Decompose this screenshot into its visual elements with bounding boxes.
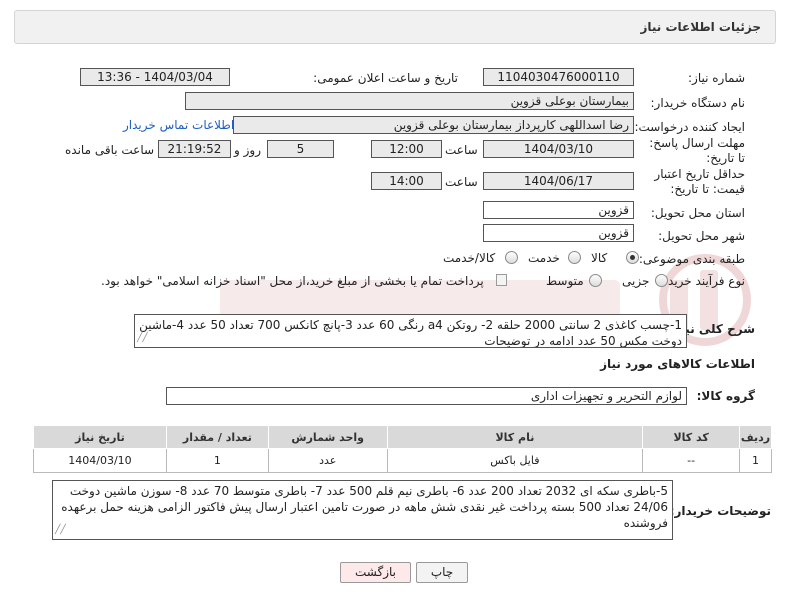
validity-label: حداقل تاریخ اعتبار قیمت: تا تاریخ: xyxy=(654,167,745,196)
col-qty: تعداد / مقدار xyxy=(165,425,269,449)
purchase-minor-label: جزیی xyxy=(622,274,650,288)
goods-section-title: اطلاعات کالاهای مورد نیاز xyxy=(600,357,755,371)
validity-hour-label: ساعت xyxy=(445,175,478,189)
col-date: تاریخ نیاز xyxy=(33,425,167,449)
category-label: طبقه بندی موضوعی: xyxy=(638,252,745,266)
description-text: 1-چسب کاغذی 2 سانتی 2000 حلقه 2- روتکن a… xyxy=(139,318,682,348)
description-textarea[interactable]: 1-چسب کاغذی 2 سانتی 2000 حلقه 2- روتکن a… xyxy=(134,314,687,348)
goods-table: ردیف کد کالا نام کالا واحد شمارش تعداد /… xyxy=(33,425,772,473)
days-label: روز و xyxy=(234,143,261,157)
city-field: قزوین xyxy=(483,224,634,242)
need-number-label: شماره نیاز: xyxy=(688,71,745,85)
purchase-medium-radio[interactable] xyxy=(589,274,602,287)
cell-qty: 1 xyxy=(165,448,269,473)
notes-resize-grip-icon[interactable]: ╱╱ xyxy=(55,522,66,538)
city-label: شهر محل تحویل: xyxy=(658,229,745,243)
category-goods-service-radio[interactable] xyxy=(505,251,518,264)
remaining-time-field: 21:19:52 xyxy=(158,140,231,158)
province-label: استان محل تحویل: xyxy=(650,206,745,220)
announce-label: تاریخ و ساعت اعلان عمومی: xyxy=(313,71,458,85)
deadline-date-field: 1404/03/10 xyxy=(483,140,634,158)
days-remaining-field: 5 xyxy=(267,140,334,158)
category-goods-service-label: کالا/خدمت xyxy=(443,251,496,265)
category-service-label: خدمت xyxy=(528,251,560,265)
deadline-label: مهلت ارسال پاسخ: تا تاریخ: xyxy=(649,136,745,165)
cell-date: 1404/03/10 xyxy=(33,448,167,473)
validity-date-field: 1404/06/17 xyxy=(483,172,634,190)
goods-group-label: گروه کالا: xyxy=(696,389,755,403)
need-number-field: 1104030476000110 xyxy=(483,68,634,86)
goods-group-field: لوازم التحریر و تجهیزات اداری xyxy=(166,387,687,405)
col-row: ردیف xyxy=(739,425,772,449)
buyer-notes-label: توضیحات خریدار: xyxy=(669,504,771,518)
treasury-payment-note: پرداخت تمام یا بخشی از مبلغ خرید،از محل … xyxy=(101,274,484,288)
deadline-hour-label: ساعت xyxy=(445,143,478,157)
remaining-time-label: ساعت باقی مانده xyxy=(65,143,155,157)
creator-label: ایجاد کننده درخواست: xyxy=(634,120,745,134)
purchase-type-label: نوع فرآیند خرید : xyxy=(660,274,745,288)
resize-grip-icon[interactable]: ╱╱ xyxy=(137,330,148,346)
table-row: 1 -- فایل باکس عدد 1 1404/03/10 xyxy=(33,448,772,473)
goods-table-header: ردیف کد کالا نام کالا واحد شمارش تعداد /… xyxy=(33,425,772,449)
validity-time-field: 14:00 xyxy=(371,172,442,190)
col-name: نام کالا xyxy=(386,425,644,449)
cell-unit: عدد xyxy=(267,448,388,473)
announce-field: 1404/03/04 - 13:36 xyxy=(80,68,230,86)
deadline-time-field: 12:00 xyxy=(371,140,442,158)
page-title: جزئیات اطلاعات نیاز xyxy=(640,20,761,34)
cell-code: -- xyxy=(642,448,741,473)
print-button[interactable]: چاپ xyxy=(416,562,468,583)
buyer-notes-textarea[interactable]: 5-باطری سکه ای 2032 تعداد 200 عدد 6- باط… xyxy=(52,480,673,540)
buyer-notes-text: 5-باطری سکه ای 2032 تعداد 200 عدد 6- باط… xyxy=(61,484,668,530)
buyer-org-field: بیمارستان بوعلی قزوین xyxy=(185,92,634,110)
buyer-contact-link[interactable]: اطلاعات تماس خریدار xyxy=(123,118,234,132)
buyer-org-label: نام دستگاه خریدار: xyxy=(650,96,746,110)
category-service-radio[interactable] xyxy=(568,251,581,264)
col-code: کد کالا xyxy=(642,425,741,449)
category-goods-radio[interactable] xyxy=(626,251,639,264)
col-unit: واحد شمارش xyxy=(267,425,388,449)
header-panel: جزئیات اطلاعات نیاز xyxy=(14,10,776,44)
cell-name: فایل باکس xyxy=(386,448,644,473)
category-goods-label: کالا xyxy=(591,251,608,265)
cell-row: 1 xyxy=(739,448,772,473)
purchase-minor-radio[interactable] xyxy=(655,274,668,287)
creator-field: رضا اسداللهی کارپرداز بیمارستان بوعلی قز… xyxy=(233,116,634,134)
purchase-medium-label: متوسط xyxy=(546,274,584,288)
province-field: قزوین xyxy=(483,201,634,219)
treasury-payment-checkbox[interactable] xyxy=(496,274,507,286)
back-button[interactable]: بازگشت xyxy=(340,562,411,583)
